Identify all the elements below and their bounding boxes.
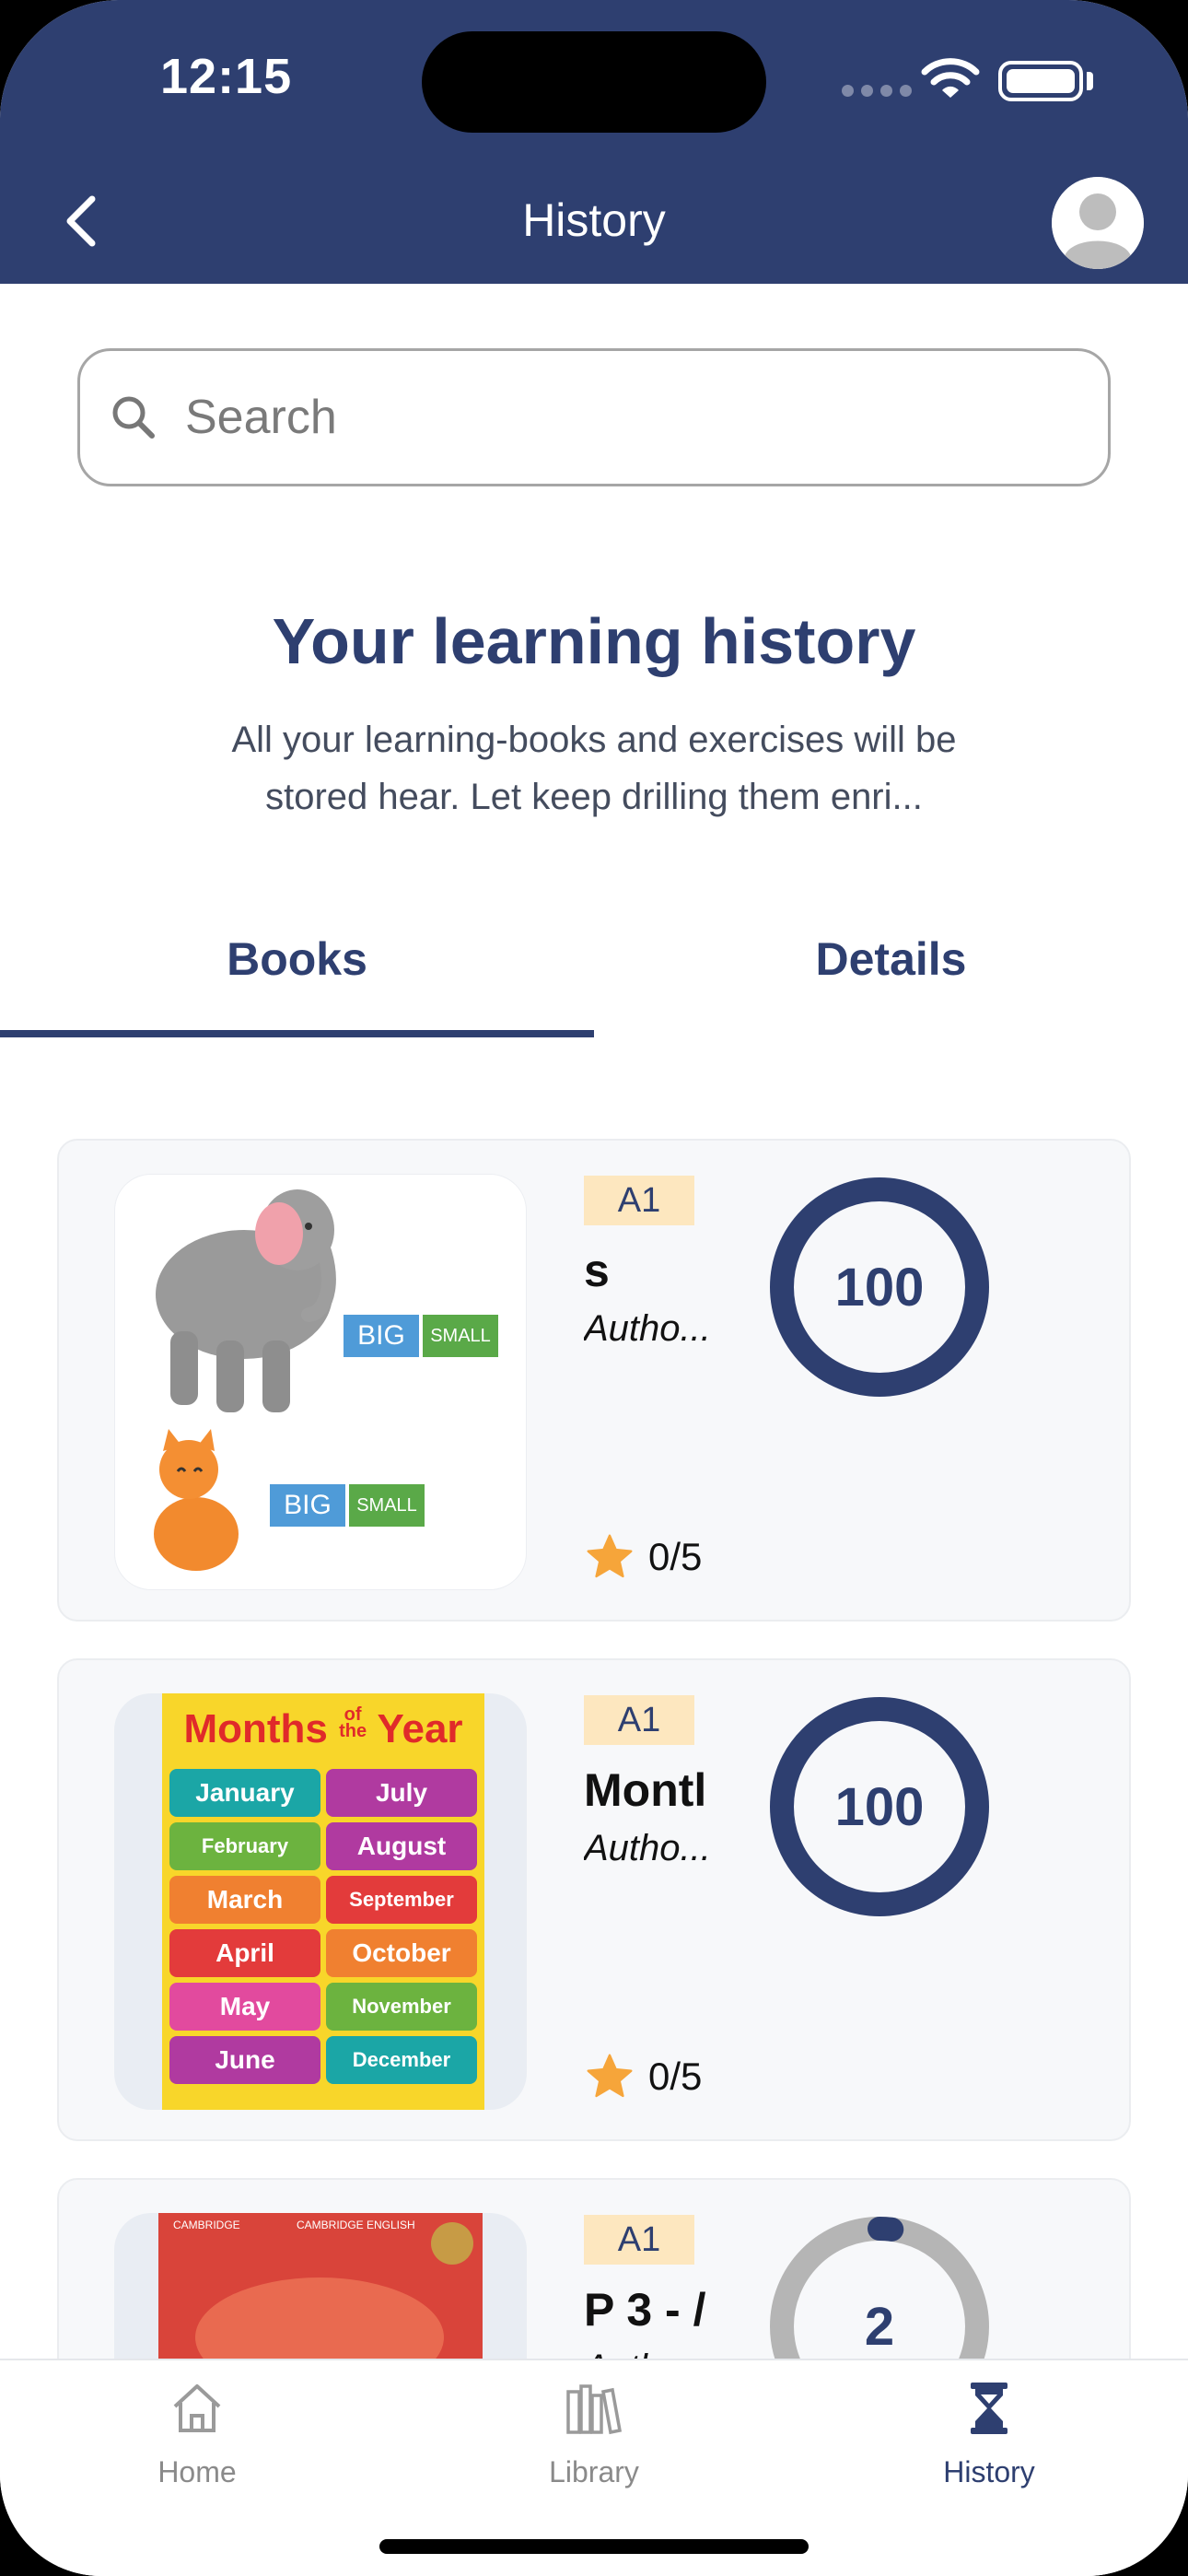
rating-value: 0/5 [648, 1535, 703, 1578]
book-rating: 0/5 [584, 1531, 702, 1583]
publisher-label: CAMBRIDGE [173, 2219, 240, 2231]
hourglass-icon [971, 2383, 1007, 2434]
nav-label: Library [549, 2455, 639, 2488]
month-tile: September [326, 1876, 477, 1924]
month-tile: February [169, 1822, 320, 1870]
big-small-illustration [154, 1189, 336, 1571]
search-input[interactable] [185, 390, 1014, 445]
level-badge: A1 [584, 1695, 694, 1745]
month-tile: March [169, 1876, 320, 1924]
book-cover: Months ofthe MonthsYear JanuaryJulyFebru… [114, 1693, 527, 2110]
hero-title: Your learning history [272, 605, 916, 677]
search-icon [112, 396, 155, 439]
page-title: History [522, 194, 666, 246]
progress-value: 100 [834, 1257, 925, 1317]
book-title: s [584, 1245, 610, 1296]
poster-title: Months ofthe MonthsYear [183, 1704, 463, 1751]
tab-details[interactable]: Details [594, 932, 1188, 986]
nav-label: History [943, 2455, 1035, 2488]
publisher-label: CAMBRIDGE ENGLISH [297, 2219, 415, 2231]
nav-home[interactable]: Home [77, 2379, 317, 2489]
nav-history[interactable]: History [869, 2379, 1109, 2489]
book-title: Montl [584, 1764, 705, 1816]
wifi-icon [921, 58, 980, 98]
nav-library[interactable]: Library [474, 2379, 714, 2489]
book-author: Autho... [584, 1828, 711, 1868]
level-badge: A1 [584, 2215, 694, 2265]
star-icon [587, 1534, 633, 1578]
status-time: 12:15 [160, 49, 293, 104]
phone-screen: 12:15 History Search Your learning histo… [0, 0, 1188, 2576]
month-tile: July [326, 1769, 477, 1817]
rating-value: 0/5 [648, 2055, 703, 2098]
month-tile: May [169, 1983, 320, 2031]
month-tile: June [169, 2036, 320, 2084]
tab-books[interactable]: Books [0, 932, 594, 986]
level-badge: A1 [584, 1176, 694, 1225]
book-author: Autho... [584, 1308, 711, 1349]
book-cover: BIG SMALL BIG SMALL [114, 1174, 527, 1590]
month-tile: October [326, 1929, 477, 1977]
months-poster: Months ofthe MonthsYear JanuaryJulyFebru… [162, 1693, 484, 2110]
library-icon [566, 2384, 623, 2435]
month-tile: December [326, 2036, 477, 2084]
nav-label: Home [157, 2455, 237, 2488]
book-title: P 3 - / [584, 2284, 705, 2336]
home-icon [173, 2384, 221, 2432]
month-tile: April [169, 1929, 320, 1977]
user-icon [1052, 177, 1144, 269]
app-header: 12:15 History [0, 0, 1188, 284]
dynamic-island [422, 31, 766, 133]
month-tile: November [326, 1983, 477, 2031]
progress-ring: 100 [766, 1693, 993, 1920]
month-tile: August [326, 1822, 477, 1870]
star-icon [587, 2054, 633, 2098]
progress-value: 100 [834, 1776, 925, 1837]
months-grid: January July February August March September A… [169, 1769, 477, 2084]
big-label: BIG [344, 1315, 419, 1357]
hero-description: All your learning-books and exercises wi… [231, 720, 957, 817]
small-label: SMALL [423, 1315, 498, 1357]
book-card[interactable]: Months ofthe MonthsYear JanuaryJulyFebru… [57, 1658, 1131, 2141]
progress-ring: 100 [766, 1174, 993, 1400]
small-label: SMALL [349, 1484, 425, 1527]
avatar[interactable] [1052, 177, 1144, 269]
month-tile: January [169, 1769, 320, 1817]
active-tab-indicator [0, 1030, 594, 1037]
search-bar[interactable] [77, 348, 1111, 486]
battery-tip [1087, 72, 1093, 90]
battery-icon [998, 61, 1083, 101]
home-indicator [379, 2539, 809, 2554]
book-card[interactable]: BIG SMALL BIG SMALL A1 s Autho... 0/5 10… [57, 1139, 1131, 1622]
big-label: BIG [270, 1484, 345, 1527]
book-rating: 0/5 [584, 2051, 702, 2102]
seal-badge [431, 2222, 473, 2265]
cellular-signal-icon [842, 85, 912, 97]
